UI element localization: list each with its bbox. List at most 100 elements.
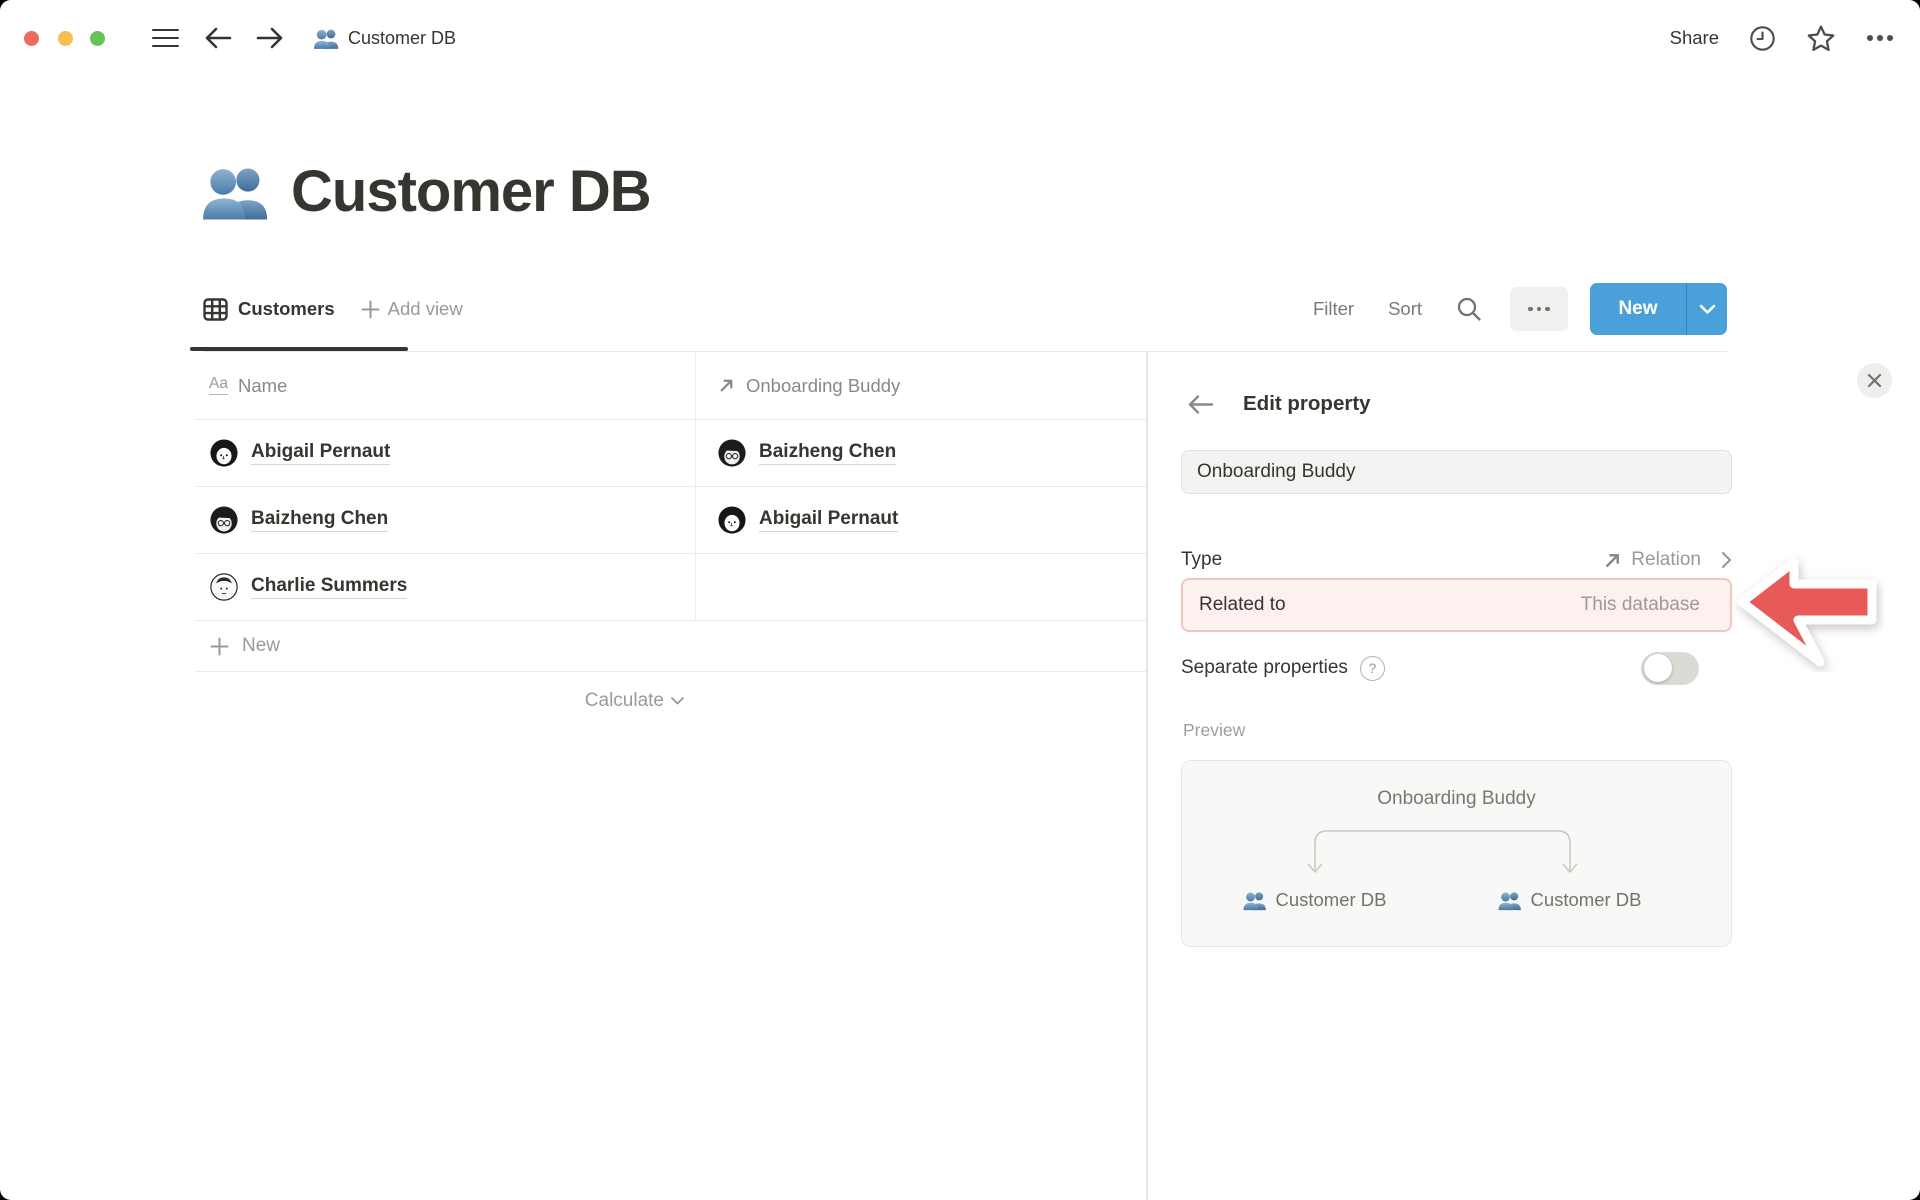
page-header: Customer DB bbox=[203, 158, 652, 225]
table-header-row: Aa Name Onboarding Buddy bbox=[195, 352, 1146, 420]
related-to-row[interactable]: Related to This database bbox=[1181, 578, 1732, 632]
zoom-window-button[interactable] bbox=[90, 31, 105, 46]
arrow-left-icon bbox=[1188, 394, 1213, 414]
annotation-arrow-icon bbox=[1737, 557, 1877, 667]
record-name[interactable]: Baizheng Chen bbox=[251, 508, 389, 532]
favorite-star-icon[interactable] bbox=[1806, 24, 1836, 53]
preview-section-label: Preview bbox=[1183, 720, 1246, 740]
add-view-label: Add view bbox=[387, 298, 463, 319]
notion-window: Customer DB Share Customer DB Customers … bbox=[0, 0, 1920, 1200]
calculate-label: Calculate bbox=[584, 690, 664, 711]
people-icon bbox=[1498, 890, 1521, 911]
minimize-window-button[interactable] bbox=[58, 31, 73, 46]
titlebar: Customer DB Share bbox=[0, 0, 1920, 76]
column-header-name[interactable]: Aa Name bbox=[195, 375, 287, 397]
avatar bbox=[210, 506, 238, 534]
tab-customers[interactable]: Customers bbox=[203, 297, 335, 321]
property-type-row[interactable]: Type Relation bbox=[1181, 540, 1732, 580]
nav-forward-button[interactable] bbox=[252, 0, 288, 76]
active-tab-underline bbox=[190, 347, 408, 351]
share-button[interactable]: Share bbox=[1670, 27, 1719, 49]
relation-preview: Onboarding Buddy Customer DB Customer DB bbox=[1181, 760, 1732, 947]
view-toolbar: Customers Add view Filter Sort New bbox=[203, 283, 1727, 335]
preview-database-left-label: Customer DB bbox=[1275, 889, 1387, 910]
related-to-value: This database bbox=[1580, 594, 1700, 615]
avatar bbox=[210, 573, 238, 601]
property-name-input[interactable] bbox=[1181, 450, 1732, 494]
sort-button[interactable]: Sort bbox=[1388, 298, 1422, 320]
breadcrumb[interactable]: Customer DB bbox=[314, 0, 456, 76]
separate-properties-label: Separate properties bbox=[1181, 657, 1348, 678]
column-divider bbox=[695, 352, 696, 419]
plus-icon bbox=[361, 299, 380, 319]
name-cell[interactable]: Charlie Summers bbox=[195, 573, 408, 601]
page-title[interactable]: Customer DB bbox=[291, 158, 652, 225]
chevron-right-icon bbox=[1721, 551, 1732, 569]
view-options-button[interactable] bbox=[1510, 287, 1568, 331]
add-row-button[interactable]: New bbox=[195, 621, 1146, 672]
people-icon bbox=[1243, 890, 1266, 911]
table-row: Abigail Pernaut Baizheng Chen bbox=[195, 420, 1146, 487]
table-view-icon bbox=[203, 297, 228, 321]
record-name[interactable]: Baizheng Chen bbox=[759, 441, 897, 465]
panel-title: Edit property bbox=[1243, 392, 1371, 415]
new-record-label[interactable]: New bbox=[1590, 283, 1686, 335]
chevron-down-icon bbox=[671, 697, 684, 705]
add-view-button[interactable]: Add view bbox=[361, 298, 463, 320]
close-window-button[interactable] bbox=[24, 31, 39, 46]
help-icon[interactable]: ? bbox=[1359, 655, 1385, 681]
record-name[interactable]: Abigail Pernaut bbox=[759, 508, 899, 532]
separate-properties-row: Separate properties ? bbox=[1181, 648, 1732, 688]
chevron-down-icon bbox=[1699, 304, 1715, 314]
column-divider bbox=[695, 487, 696, 553]
column-header-onboarding-buddy[interactable]: Onboarding Buddy bbox=[695, 375, 900, 397]
new-record-dropdown[interactable] bbox=[1687, 283, 1727, 335]
avatar bbox=[718, 506, 746, 534]
preview-database-right: Customer DB bbox=[1498, 889, 1642, 911]
panel-close-button[interactable] bbox=[1857, 363, 1892, 398]
relation-bracket-icon bbox=[1307, 830, 1578, 873]
avatar bbox=[210, 439, 238, 467]
record-name[interactable]: Abigail Pernaut bbox=[251, 441, 391, 465]
edit-property-panel: Edit property Type Relation Related to T… bbox=[1146, 352, 1920, 1200]
calculate-button[interactable]: Calculate bbox=[585, 690, 695, 712]
type-value: Relation bbox=[1631, 549, 1701, 570]
name-cell[interactable]: Abigail Pernaut bbox=[195, 439, 391, 467]
buddy-cell[interactable]: Baizheng Chen bbox=[695, 439, 897, 467]
relation-icon bbox=[717, 376, 736, 395]
avatar bbox=[718, 439, 746, 467]
preview-property-name: Onboarding Buddy bbox=[1377, 788, 1536, 809]
column-name-label: Name bbox=[237, 374, 288, 396]
table-row: Baizheng Chen Abigail Pernaut bbox=[195, 487, 1146, 554]
name-cell[interactable]: Baizheng Chen bbox=[195, 506, 389, 534]
dots-icon bbox=[1528, 306, 1533, 312]
people-icon bbox=[314, 27, 339, 50]
more-options-icon[interactable] bbox=[1866, 34, 1894, 42]
panel-back-button[interactable] bbox=[1183, 387, 1217, 421]
record-name[interactable]: Charlie Summers bbox=[251, 575, 408, 599]
breadcrumb-label: Customer DB bbox=[348, 27, 457, 48]
close-icon bbox=[1867, 373, 1882, 388]
column-divider bbox=[695, 420, 696, 486]
database-table: Aa Name Onboarding Buddy Abigail Pernaut bbox=[195, 352, 1146, 730]
column-divider bbox=[695, 554, 696, 620]
tab-customers-label: Customers bbox=[238, 298, 335, 319]
new-record-button[interactable]: New bbox=[1590, 283, 1727, 335]
search-icon[interactable] bbox=[1456, 296, 1482, 322]
hamburger-icon bbox=[151, 23, 179, 52]
preview-database-right-label: Customer DB bbox=[1530, 889, 1642, 910]
toggle-knob bbox=[1643, 654, 1672, 682]
text-property-icon: Aa bbox=[209, 376, 228, 395]
sidebar-menu-button[interactable] bbox=[148, 0, 182, 76]
filter-button[interactable]: Filter bbox=[1313, 298, 1354, 320]
column-buddy-label: Onboarding Buddy bbox=[746, 374, 901, 396]
table-row: Charlie Summers bbox=[195, 554, 1146, 621]
buddy-cell[interactable]: Abigail Pernaut bbox=[695, 506, 899, 534]
calculate-row: Calculate bbox=[195, 672, 695, 730]
separate-properties-toggle[interactable] bbox=[1641, 651, 1699, 685]
nav-back-button[interactable] bbox=[200, 0, 236, 76]
preview-database-left: Customer DB bbox=[1243, 889, 1387, 911]
related-to-label: Related to bbox=[1199, 594, 1286, 615]
plus-icon bbox=[210, 637, 229, 655]
clock-icon[interactable] bbox=[1749, 25, 1776, 52]
